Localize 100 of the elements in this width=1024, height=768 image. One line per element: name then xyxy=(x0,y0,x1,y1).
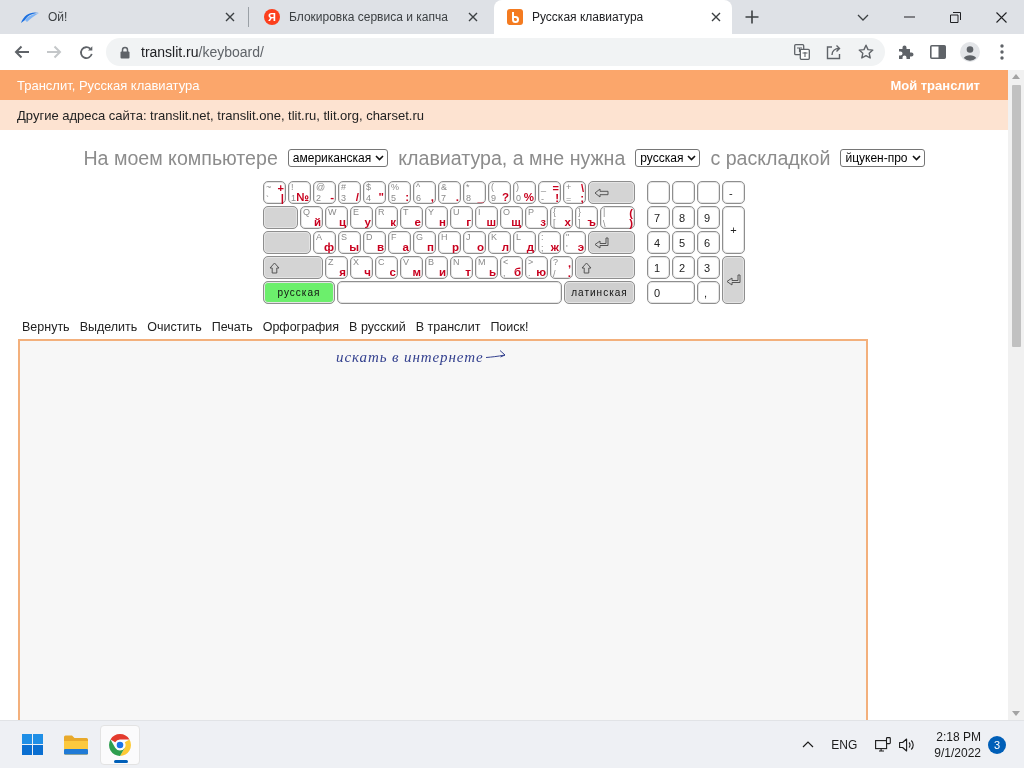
start-icon[interactable] xyxy=(21,734,43,755)
keyboard-key[interactable]: C с xyxy=(375,256,398,279)
keyboard-key[interactable]: L д xyxy=(513,231,536,254)
keyboard-key[interactable]: > . ю xyxy=(525,256,548,279)
shift-key[interactable] xyxy=(263,256,323,279)
keyboard-key[interactable]: A ф xyxy=(313,231,336,254)
keyboard-key[interactable]: F а xyxy=(388,231,411,254)
keyboard-key[interactable]: D в xyxy=(363,231,386,254)
editor-action-link[interactable]: Печать xyxy=(211,320,253,334)
keyboard-key[interactable]: * 8 _ xyxy=(463,181,486,204)
numpad-key[interactable]: 0 xyxy=(647,281,695,304)
keyboard-key[interactable]: } ] ъ xyxy=(575,206,598,229)
backspace-key[interactable] xyxy=(588,181,635,204)
keyboard-key[interactable]: T е xyxy=(400,206,423,229)
editor-action-link[interactable]: Выделить xyxy=(79,320,138,334)
browser-tab[interactable]: Ой! xyxy=(8,0,246,34)
keyboard-key[interactable]: $ 4 " xyxy=(363,181,386,204)
keyboard-key[interactable]: K л xyxy=(488,231,511,254)
text-area-field[interactable] xyxy=(18,339,868,720)
address-field[interactable]: translit.ru/keyboard/ xyxy=(106,38,885,66)
keyboard-key[interactable]: : ; ж xyxy=(538,231,561,254)
keyboard-key[interactable]: { [ х xyxy=(550,206,573,229)
side-panel-icon[interactable] xyxy=(930,45,946,59)
chevron-up-icon[interactable] xyxy=(802,741,815,748)
keyboard-key[interactable]: # 3 / xyxy=(338,181,361,204)
keyboard-key[interactable]: J о xyxy=(463,231,486,254)
numpad-key[interactable]: 8 xyxy=(672,206,695,229)
tab-key[interactable] xyxy=(263,206,298,229)
enter-key[interactable] xyxy=(588,231,635,254)
numpad-key[interactable]: 7 xyxy=(647,206,670,229)
avatar-icon[interactable] xyxy=(960,42,980,62)
chevron-down-icon[interactable] xyxy=(857,13,869,21)
numpad-key[interactable]: 9 xyxy=(697,206,720,229)
speaker-icon[interactable] xyxy=(899,737,916,752)
keyboard-key[interactable]: M ь xyxy=(475,256,498,279)
numpad-key[interactable]: , xyxy=(697,281,720,304)
numpad-key[interactable]: 4 xyxy=(647,231,670,254)
keyboard-key[interactable]: | \ ( ) xyxy=(600,206,635,229)
keyboard-key[interactable]: % 5 : xyxy=(388,181,411,204)
minimize-icon[interactable] xyxy=(903,16,915,18)
keyboard-key[interactable]: U г xyxy=(450,206,473,229)
restore-icon[interactable] xyxy=(949,11,961,23)
keyboard-key[interactable]: Q й xyxy=(300,206,323,229)
scrollbar-thumb[interactable] xyxy=(1011,85,1021,347)
keyboard-key[interactable]: ( 9 ? xyxy=(488,181,511,204)
keyboard-key[interactable]: X ч xyxy=(350,256,373,279)
numpad-key[interactable]: - xyxy=(722,181,745,204)
editor-action-link[interactable]: В транслит xyxy=(415,320,481,334)
keyboard-key[interactable]: Z я xyxy=(325,256,348,279)
translate-icon[interactable] xyxy=(794,44,810,60)
close-icon[interactable] xyxy=(995,11,1007,23)
numpad-key[interactable]: 5 xyxy=(672,231,695,254)
keyboard-key[interactable]: R к xyxy=(375,206,398,229)
layout-key[interactable]: латинская xyxy=(564,281,635,304)
dropdown-select[interactable]: американская xyxy=(287,149,389,167)
shift-key[interactable] xyxy=(575,256,635,279)
browser-taskbar-button[interactable] xyxy=(100,724,140,765)
editor-action-link[interactable]: Очистить xyxy=(147,320,202,334)
keyboard-key[interactable]: @ 2 - xyxy=(313,181,336,204)
keyboard-key[interactable]: V м xyxy=(400,256,423,279)
keyboard-key[interactable]: G п xyxy=(413,231,436,254)
keyboard-key[interactable]: H р xyxy=(438,231,461,254)
keyboard-key[interactable]: E у xyxy=(350,206,373,229)
editor-action-link[interactable]: Поиск! xyxy=(490,320,529,334)
keyboard-key[interactable]: B и xyxy=(425,256,448,279)
keyboard-key[interactable]: " ' э xyxy=(563,231,586,254)
space-key[interactable] xyxy=(337,281,562,304)
keyboard-key[interactable]: I ш xyxy=(475,206,498,229)
close-tab-icon[interactable] xyxy=(468,12,478,22)
folder-icon[interactable] xyxy=(64,734,88,755)
keyboard-key[interactable]: ! 1№ xyxy=(288,181,311,204)
numpad-key[interactable]: + xyxy=(722,206,745,254)
numpad-key[interactable] xyxy=(647,181,670,204)
close-tab-icon[interactable] xyxy=(225,12,235,22)
share-icon[interactable] xyxy=(826,44,842,60)
keyboard-key[interactable]: & 7 . xyxy=(438,181,461,204)
menu-icon[interactable] xyxy=(1000,44,1004,60)
layout-key[interactable]: русская xyxy=(263,281,335,304)
back-icon[interactable] xyxy=(14,45,30,59)
language-indicator[interactable]: ENG xyxy=(831,737,858,752)
new-tab-icon[interactable] xyxy=(745,10,759,24)
keyboard-key[interactable]: ~ ` + | xyxy=(263,181,286,204)
keyboard-key[interactable]: + = \ ; xyxy=(563,181,586,204)
keyboard-key[interactable]: P з xyxy=(525,206,548,229)
keyboard-key[interactable]: ? / , . xyxy=(550,256,573,279)
keyboard-key[interactable]: Y н xyxy=(425,206,448,229)
keyboard-key[interactable]: ^ 6 , xyxy=(413,181,436,204)
numpad-key[interactable] xyxy=(697,181,720,204)
numpad-key[interactable] xyxy=(672,181,695,204)
numpad-enter-key[interactable] xyxy=(722,256,745,304)
dropdown-select[interactable]: йцукен-про xyxy=(840,149,925,167)
numpad-key[interactable]: 3 xyxy=(697,256,720,279)
keyboard-key[interactable]: _ - = ! xyxy=(538,181,561,204)
numpad-key[interactable]: 6 xyxy=(697,231,720,254)
caps-lock-key[interactable] xyxy=(263,231,311,254)
keyboard-key[interactable]: < , б xyxy=(500,256,523,279)
keyboard-key[interactable]: ) 0 % xyxy=(513,181,536,204)
numpad-key[interactable]: 2 xyxy=(672,256,695,279)
editor-action-link[interactable]: Орфография xyxy=(262,320,340,334)
puzzle-piece-icon[interactable] xyxy=(898,44,914,60)
